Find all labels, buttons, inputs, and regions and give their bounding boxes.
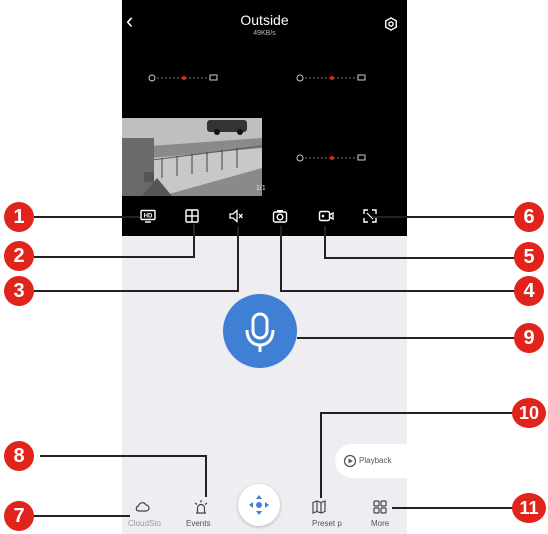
callout-4: 4 [514,276,544,306]
callout-line-2 [34,256,194,258]
callout-2: 2 [4,241,34,271]
callout-line-2-vertical [193,224,195,258]
mute-icon[interactable] [228,208,244,224]
svg-text:HD: HD [144,214,153,220]
events-alarm-icon[interactable] [193,499,209,515]
hd-icon[interactable]: HD [140,208,156,224]
callout-line-7 [34,515,130,517]
playback-icon [343,454,357,468]
nav-cloud-storage[interactable]: CloudSto [128,519,161,528]
callout-3: 3 [4,276,34,306]
cloud-storage-icon[interactable] [134,499,150,515]
callout-line-8 [40,455,206,457]
direction-pad-icon [249,495,269,515]
channel-offline-indicator [296,154,366,162]
split-screen-icon[interactable] [184,208,200,224]
callout-7: 7 [4,501,34,531]
callout-line-5-vertical [324,226,326,259]
callout-9: 9 [514,323,544,353]
playback-button[interactable]: Playback [335,444,407,478]
camera-title: Outside [240,12,289,28]
callout-line-10 [321,412,515,414]
microphone-icon [245,312,275,352]
callout-line-8-vertical [205,455,207,497]
channel-offline-indicator [296,74,366,82]
talk-button[interactable] [223,294,297,368]
nav-preset[interactable]: Preset p [312,519,342,528]
camera-feed[interactable] [122,118,262,196]
nav-more[interactable]: More [371,519,389,528]
map-icon[interactable] [311,499,327,515]
callout-1: 1 [4,202,34,232]
callout-8: 8 [4,441,34,471]
phone-screen: ‹ Outside 49KB/s 1/1 HD Playback CloudSt… [122,0,407,534]
ptz-control-button[interactable] [238,484,280,526]
callout-6: 6 [514,202,544,232]
callout-11: 11 [512,493,546,523]
callout-line-3 [34,290,239,292]
callout-line-6 [372,216,515,218]
video-area: ‹ Outside 49KB/s 1/1 HD [122,0,407,236]
callout-line-10-vertical [320,412,322,498]
channel-offline-indicator [148,74,218,82]
camera-feed-image [122,118,262,196]
snapshot-icon[interactable] [272,208,288,224]
nav-events[interactable]: Events [186,519,210,528]
callout-line-11 [392,507,515,509]
callout-line-3-vertical [237,226,239,292]
callout-line-1 [34,216,140,218]
page-indicator: 1/1 [256,185,266,192]
callout-10: 10 [512,398,546,428]
callout-5: 5 [514,242,544,272]
callout-line-4 [281,290,515,292]
callout-line-4-vertical [280,226,282,292]
playback-label: Playback [359,456,392,465]
callout-line-5 [325,257,515,259]
callout-line-9 [297,337,515,339]
more-grid-icon[interactable] [372,499,388,515]
bitrate-readout: 49KB/s [253,30,276,37]
settings-icon[interactable] [384,17,398,31]
record-video-icon[interactable] [318,208,334,224]
